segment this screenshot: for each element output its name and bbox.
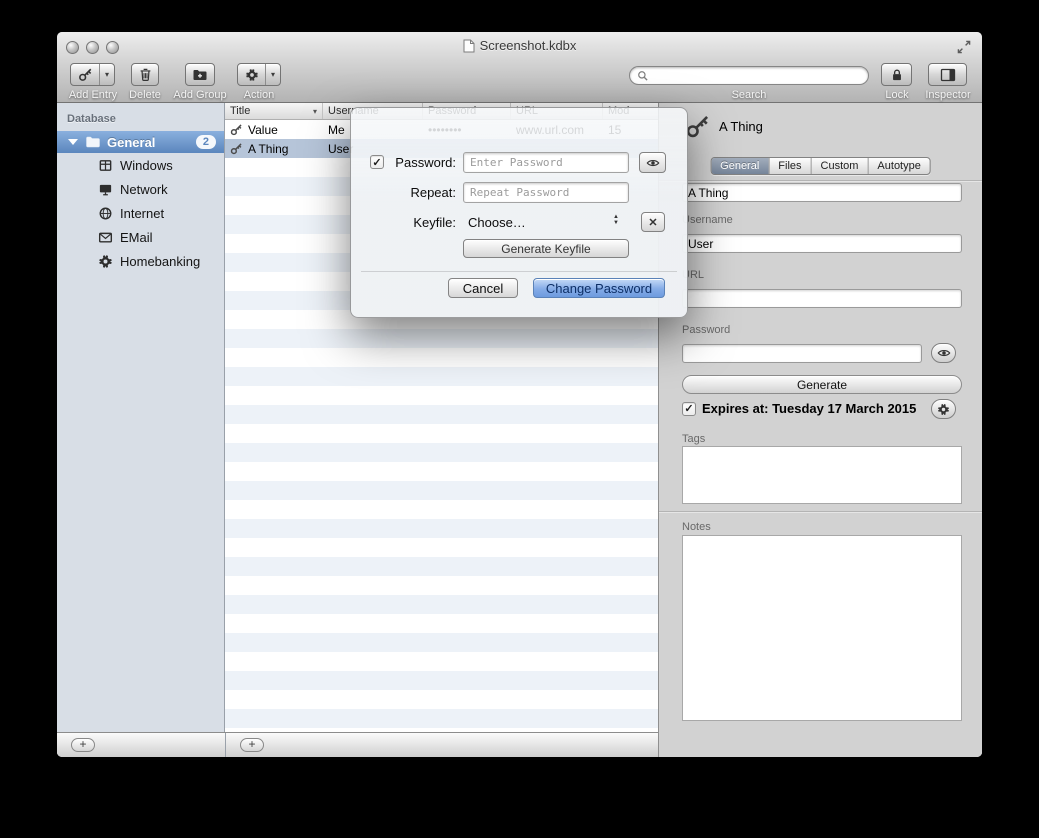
delete-button[interactable] bbox=[131, 63, 159, 86]
dialog-repeat-input[interactable] bbox=[463, 182, 629, 203]
reveal-password-button[interactable] bbox=[931, 343, 956, 363]
sidebar-section-header: Database bbox=[57, 103, 224, 125]
email-icon bbox=[97, 229, 113, 245]
action-dropdown-icon[interactable]: ▾ bbox=[265, 64, 280, 85]
sidebar-group-label: General bbox=[107, 135, 155, 150]
lock-icon bbox=[890, 68, 904, 82]
clear-keyfile-button[interactable]: ✕ bbox=[641, 212, 665, 232]
keyfile-stepper-icon[interactable]: ▲ ▼ bbox=[613, 214, 619, 226]
eye-icon bbox=[937, 346, 951, 360]
dialog-divider bbox=[361, 271, 677, 272]
window-header: Screenshot.kdbx ▾ bbox=[57, 32, 982, 103]
column-header-title[interactable]: Title ▾ bbox=[225, 103, 323, 119]
tab-files[interactable]: Files bbox=[769, 158, 811, 174]
dialog-password-label: Password: bbox=[351, 152, 456, 173]
add-entry-dropdown-icon[interactable]: ▾ bbox=[99, 64, 114, 85]
add-entry-plus-button[interactable]: + bbox=[240, 738, 264, 752]
sidebar-item-email[interactable]: EMail bbox=[57, 225, 224, 249]
tab-custom[interactable]: Custom bbox=[812, 158, 869, 174]
entry-key-icon bbox=[685, 113, 711, 139]
document-icon bbox=[463, 39, 475, 53]
dialog-keyfile-label: Keyfile: bbox=[351, 212, 456, 233]
sidebar-group-badge: 2 bbox=[196, 135, 216, 149]
windows-icon bbox=[97, 157, 113, 173]
tab-general[interactable]: General bbox=[711, 158, 769, 174]
sidebar: Database General 2 Windows bbox=[57, 103, 225, 732]
add-group-plus-button[interactable]: + bbox=[71, 738, 95, 752]
key-icon bbox=[71, 64, 99, 85]
password-label: Password bbox=[682, 324, 730, 336]
action-label: Action bbox=[239, 89, 279, 101]
inspector-button[interactable] bbox=[928, 63, 967, 86]
expires-row: ✓ Expires at: Tuesday 17 March 2015 bbox=[682, 401, 916, 416]
eye-icon bbox=[646, 156, 660, 170]
lock-button[interactable] bbox=[881, 63, 912, 86]
window-title: Screenshot.kdbx bbox=[57, 38, 982, 53]
sort-desc-icon: ▾ bbox=[313, 107, 317, 116]
url-field[interactable] bbox=[682, 289, 962, 308]
search-icon bbox=[637, 70, 649, 82]
change-password-dialog: ✓ Password: Repeat: Keyfile: Choose… ▲ ▼… bbox=[350, 107, 688, 318]
inspector-header-divider bbox=[659, 180, 982, 181]
inspector-panel: A Thing General Files Custom Autotype Us… bbox=[658, 103, 982, 757]
sidebar-group-general[interactable]: General 2 bbox=[57, 131, 224, 153]
sidebar-item-windows[interactable]: Windows bbox=[57, 153, 224, 177]
change-password-button[interactable]: Change Password bbox=[533, 278, 665, 298]
username-field[interactable] bbox=[682, 234, 962, 253]
key-icon bbox=[230, 142, 244, 156]
add-entry-label: Add Entry bbox=[65, 89, 121, 101]
disclosure-triangle-icon[interactable] bbox=[68, 139, 78, 145]
sidebar-item-internet[interactable]: Internet bbox=[57, 201, 224, 225]
tags-label: Tags bbox=[682, 433, 705, 445]
password-field[interactable] bbox=[682, 344, 922, 363]
notes-field[interactable] bbox=[682, 535, 962, 721]
expires-label: Expires at: Tuesday 17 March 2015 bbox=[702, 401, 916, 416]
folder-plus-icon bbox=[192, 67, 208, 83]
expires-settings-button[interactable] bbox=[931, 399, 956, 419]
gear-icon bbox=[937, 403, 950, 416]
inspector-entry-title: A Thing bbox=[719, 119, 763, 134]
key-icon bbox=[230, 123, 244, 137]
search-field[interactable] bbox=[629, 66, 869, 85]
fullscreen-icon[interactable] bbox=[956, 39, 972, 55]
sidebar-item-homebanking[interactable]: Homebanking bbox=[57, 249, 224, 273]
dialog-reveal-password-button[interactable] bbox=[639, 152, 666, 173]
inspector-label: Inspector bbox=[919, 89, 977, 101]
add-group-label: Add Group bbox=[172, 89, 228, 101]
dialog-password-input[interactable] bbox=[463, 152, 629, 173]
homebanking-icon bbox=[97, 253, 113, 269]
expires-checkbox[interactable]: ✓ bbox=[682, 402, 696, 416]
inspector-tabs: General Files Custom Autotype bbox=[710, 157, 931, 175]
network-icon bbox=[97, 181, 113, 197]
username-label: Username bbox=[682, 214, 733, 226]
inspector-panel-icon bbox=[940, 68, 956, 82]
lock-label: Lock bbox=[875, 89, 919, 101]
generate-password-button[interactable]: Generate bbox=[682, 375, 962, 394]
folder-icon bbox=[85, 134, 101, 150]
app-window: Screenshot.kdbx ▾ bbox=[57, 32, 982, 757]
keyfile-popup-button[interactable]: Choose… bbox=[468, 212, 526, 233]
internet-icon bbox=[97, 205, 113, 221]
gear-icon bbox=[238, 64, 265, 85]
action-button[interactable]: ▾ bbox=[237, 63, 281, 86]
add-entry-button[interactable]: ▾ bbox=[70, 63, 115, 86]
search-label: Search bbox=[717, 89, 781, 101]
add-group-button[interactable] bbox=[185, 63, 215, 86]
inspector-divider bbox=[659, 511, 982, 512]
delete-label: Delete bbox=[127, 89, 163, 101]
generate-keyfile-button[interactable]: Generate Keyfile bbox=[463, 239, 629, 258]
tab-autotype[interactable]: Autotype bbox=[868, 158, 929, 174]
bottom-bar: + + bbox=[57, 732, 658, 757]
search-input[interactable] bbox=[653, 69, 861, 83]
title-field[interactable] bbox=[682, 183, 962, 202]
sidebar-item-network[interactable]: Network bbox=[57, 177, 224, 201]
notes-label: Notes bbox=[682, 521, 711, 533]
dialog-repeat-label: Repeat: bbox=[351, 182, 456, 203]
bottom-bar-divider bbox=[225, 733, 226, 757]
tags-field[interactable] bbox=[682, 446, 962, 504]
trash-icon bbox=[138, 67, 153, 82]
cancel-button[interactable]: Cancel bbox=[448, 278, 518, 298]
